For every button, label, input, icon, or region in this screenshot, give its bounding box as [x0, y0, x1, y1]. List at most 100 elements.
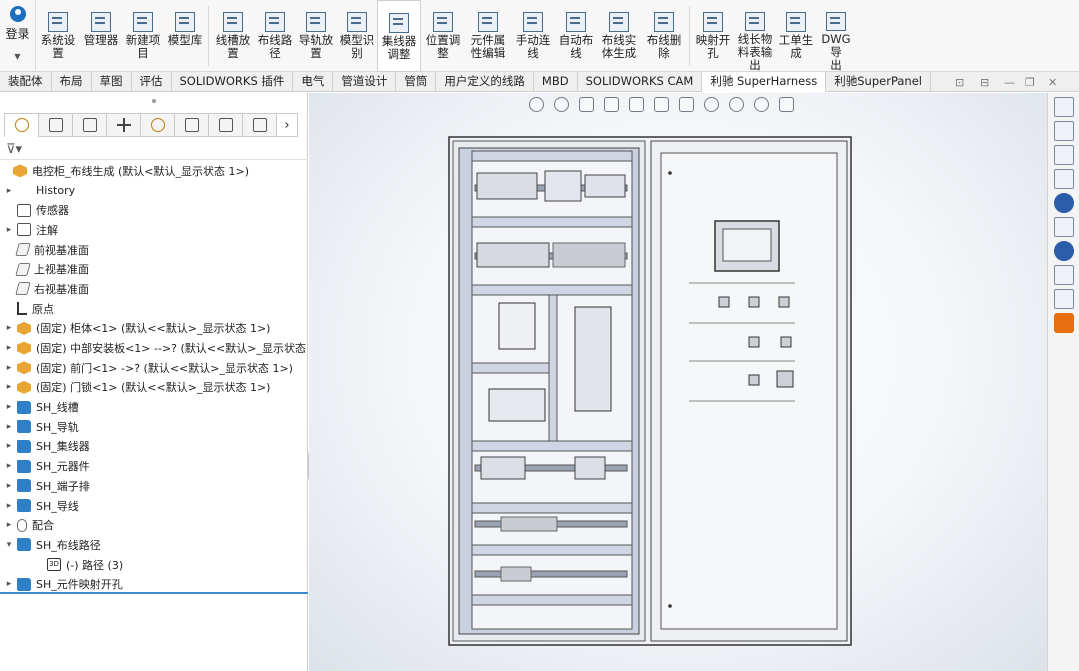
tab-5[interactable]: 电气 [293, 72, 334, 92]
graphics-area[interactable] [309, 93, 1047, 671]
tab-1[interactable]: 布局 [52, 72, 92, 92]
tree-item[interactable]: 原点 [0, 299, 308, 319]
parts-icon[interactable] [1054, 121, 1074, 141]
filter-icon[interactable]: ⊽▾ [6, 142, 22, 157]
manual-wire-button[interactable]: 手动连 线 [511, 0, 555, 72]
route-delete-button[interactable]: 布线删 除 [641, 0, 687, 72]
login-button[interactable]: 登录 ▼ [0, 0, 36, 72]
tree-item[interactable]: ▸ (固定) 前门<1> ->? (默认<<默认>_显示状态 1>) [0, 358, 308, 378]
tree-item[interactable]: ▾ SH_布线路径 [0, 535, 308, 555]
wire-duct-button[interactable]: 线槽放 置 [211, 0, 255, 72]
view-palette-icon[interactable] [1054, 169, 1074, 189]
tab-8[interactable]: 用户定义的线路 [436, 72, 534, 92]
route-solid-button[interactable]: 布线实 体生成 [597, 0, 641, 72]
expand-arrow-icon[interactable]: ▸ [4, 441, 14, 451]
tab-cam-tool[interactable] [242, 113, 276, 137]
tab-0[interactable]: 装配体 [0, 72, 52, 92]
hub-adjust-button[interactable]: 集线器 调整 [377, 0, 421, 72]
expand-arrow-icon[interactable]: ▸ [4, 323, 14, 333]
tree-item[interactable]: ▸ 配合 [0, 515, 308, 535]
tab-dimxpert[interactable] [106, 113, 140, 137]
tab-property-manager[interactable] [38, 113, 72, 137]
tree-item[interactable]: ▸ SH_导轨 [0, 417, 308, 437]
tree-item[interactable]: ▸ 注解 [0, 220, 308, 240]
tree-root[interactable]: 电控柜_布线生成 (默认<默认_显示状态 1>) [0, 161, 308, 181]
expand-arrow-icon[interactable]: ▸ [4, 363, 14, 373]
model-recognize-button[interactable]: 模型识 别 [337, 0, 377, 72]
wire-bom-button[interactable]: 线长物 料表输 出 [734, 0, 776, 72]
tile-icon[interactable]: ⊟ [980, 76, 989, 89]
tree-item[interactable]: 3D (-) 路径 (3) [0, 555, 308, 575]
expand-arrow-icon[interactable]: ▸ [4, 402, 14, 412]
tree-item[interactable]: ▸ SH_导线 [0, 496, 308, 516]
tab-6[interactable]: 管道设计 [333, 72, 397, 92]
position-adjust-button[interactable]: 位置调 整 [421, 0, 465, 72]
forum-icon[interactable] [1054, 289, 1074, 309]
cam-operation-icon [218, 118, 233, 132]
tree-item[interactable]: ▸ History [0, 181, 308, 201]
new-project-button[interactable]: 新建项 目 [122, 0, 164, 72]
manager-button[interactable]: 管理器 [80, 0, 122, 72]
tab-11[interactable]: 利驰 SuperHarness [702, 72, 827, 92]
tree-item-label: 注解 [36, 223, 58, 237]
tab-7[interactable]: 管筒 [396, 72, 437, 92]
tree-item[interactable]: ▸ SH_元器件 [0, 456, 308, 476]
expand-arrow-icon[interactable]: ▸ [4, 481, 14, 491]
rollback-bar[interactable] [0, 592, 308, 594]
system-settings-button[interactable]: 系统设 置 [36, 0, 80, 72]
expand-arrow-icon[interactable]: ▸ [4, 520, 14, 530]
tree-item[interactable]: 传感器 [0, 200, 308, 220]
tree-item[interactable]: ▸ SH_线槽 [0, 397, 308, 417]
tab-4[interactable]: SOLIDWORKS 插件 [172, 72, 294, 92]
component-props-button[interactable]: 元件属 性编辑 [465, 0, 511, 72]
tree-item[interactable]: 上视基准面 [0, 259, 308, 279]
dwg-export-button[interactable]: DWG导 出 [816, 0, 856, 72]
expand-arrow-icon[interactable]: ▸ [4, 461, 14, 471]
tab-display-manager[interactable] [140, 113, 174, 137]
tab-feature-manager[interactable] [4, 113, 38, 137]
model-library-button[interactable]: 模型库 [164, 0, 206, 72]
tree-item[interactable]: ▸ (固定) 柜体<1> (默认<<默认>_显示状态 1>) [0, 319, 308, 339]
close-icon[interactable]: ✕ [1048, 76, 1057, 89]
tab-12[interactable]: 利驰SuperPanel [826, 72, 931, 92]
design-library-icon[interactable] [1054, 265, 1074, 285]
chevron-down-icon[interactable]: ▼ [14, 52, 20, 61]
tab-3[interactable]: 评估 [132, 72, 172, 92]
expand-arrow-icon[interactable]: ▸ [4, 225, 14, 235]
tree-item[interactable]: 前视基准面 [0, 240, 308, 260]
expand-arrow-icon[interactable]: ▾ [4, 540, 14, 550]
solidworks-resources-icon[interactable] [1054, 241, 1074, 261]
tab-9[interactable]: MBD [534, 72, 578, 92]
panel-grip[interactable] [152, 99, 156, 103]
tab-cam-operation[interactable] [208, 113, 242, 137]
expand-arrow-icon[interactable]: ▸ [4, 186, 14, 196]
tab-cam-feature[interactable] [174, 113, 208, 137]
expand-arrow-icon[interactable]: ▸ [4, 382, 14, 392]
tab-configuration-manager[interactable] [72, 113, 106, 137]
tree-item[interactable]: 右视基准面 [0, 279, 308, 299]
map-hole-button[interactable]: 映射开 孔 [692, 0, 734, 72]
home-icon[interactable] [1054, 97, 1074, 117]
minimize-icon[interactable]: — [1004, 76, 1015, 89]
cam-icon[interactable] [1054, 313, 1074, 333]
expand-arrow-icon[interactable]: ▸ [4, 343, 14, 353]
expand-arrow-icon[interactable]: ▸ [4, 579, 14, 589]
tab-10[interactable]: SOLIDWORKS CAM [578, 72, 703, 92]
custom-props-icon[interactable] [1054, 217, 1074, 237]
tree-item[interactable]: ▸ (固定) 中部安装板<1> -->? (默认<<默认>_显示状态 1 [0, 338, 316, 358]
panel-tabs-more-button[interactable]: › [276, 113, 298, 137]
work-order-button[interactable]: 工单生 成 [776, 0, 816, 72]
tree-item[interactable]: ▸ SH_集线器 [0, 437, 308, 457]
appearance-icon[interactable] [1054, 193, 1074, 213]
expand-arrow-icon[interactable]: ▸ [4, 501, 14, 511]
routing-path-button[interactable]: 布线路 径 [255, 0, 295, 72]
file-explorer-icon[interactable] [1054, 145, 1074, 165]
maximize-icon[interactable]: ❐ [1025, 76, 1035, 89]
auto-route-button[interactable]: 自动布 线 [555, 0, 597, 72]
expand-arrow-icon[interactable]: ▸ [4, 422, 14, 432]
tab-2[interactable]: 草图 [92, 72, 132, 92]
restore-icon[interactable]: ⊡ [955, 76, 964, 89]
tree-item[interactable]: ▸ SH_端子排 [0, 476, 308, 496]
din-rail-button[interactable]: 导轨放 置 [295, 0, 337, 72]
tree-item[interactable]: ▸ (固定) 门锁<1> (默认<<默认>_显示状态 1>) [0, 378, 308, 398]
